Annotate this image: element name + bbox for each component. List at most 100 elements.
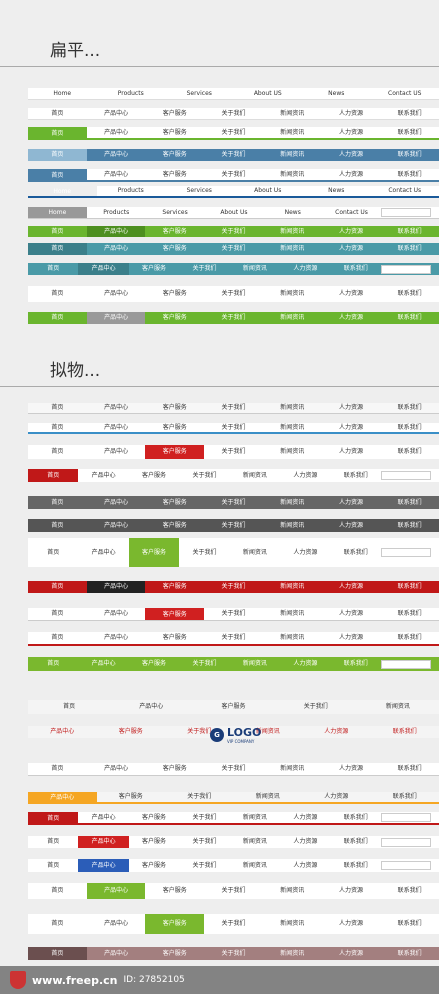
- nav-item[interactable]: 新闻资讯: [263, 522, 322, 529]
- nav-item[interactable]: 联系我们: [380, 151, 439, 158]
- nav-item[interactable]: 联系我们: [331, 549, 381, 556]
- nav-item[interactable]: 新闻资讯: [263, 920, 322, 927]
- nav-item[interactable]: 关于我们: [204, 228, 263, 235]
- nav-item[interactable]: 产品中心: [87, 171, 146, 178]
- search-input[interactable]: [380, 471, 431, 480]
- nav-item[interactable]: 人力资源: [322, 583, 381, 590]
- nav-item[interactable]: 关于我们: [204, 634, 263, 641]
- nav-item[interactable]: 产品中心: [110, 703, 192, 710]
- nav-item[interactable]: 新闻资讯: [230, 549, 280, 556]
- nav-item[interactable]: 关于我们: [204, 404, 263, 411]
- nav-item[interactable]: 人力资源: [322, 171, 381, 178]
- nav-item[interactable]: 人力资源: [302, 793, 371, 800]
- nav-item[interactable]: 关于我们: [204, 314, 263, 321]
- nav-item[interactable]: 联系我们: [380, 290, 439, 297]
- nav-item[interactable]: 关于我们: [204, 765, 263, 772]
- nav-item[interactable]: 人力资源: [322, 765, 381, 772]
- nav-item[interactable]: 联系我们: [380, 887, 439, 894]
- nav-item[interactable]: 新闻资讯: [263, 171, 322, 178]
- nav-item[interactable]: 联系我们: [380, 245, 439, 252]
- nav-item[interactable]: 人力资源: [280, 862, 330, 869]
- nav-item[interactable]: 产品中心: [78, 549, 128, 556]
- nav-item[interactable]: 首页: [28, 448, 87, 455]
- nav-item[interactable]: 联系我们: [380, 610, 439, 617]
- nav-item[interactable]: 人力资源: [322, 228, 381, 235]
- nav-item[interactable]: 客户服务: [145, 499, 204, 506]
- nav-item[interactable]: 新闻资讯: [263, 610, 322, 617]
- nav-item[interactable]: 客户服务: [97, 728, 166, 735]
- nav-item[interactable]: 新闻资讯: [234, 793, 303, 800]
- nav-item[interactable]: 客户服务: [145, 151, 204, 158]
- nav-item[interactable]: 首页: [28, 703, 110, 710]
- nav-item[interactable]: 产品中心: [87, 634, 146, 641]
- nav-item[interactable]: 新闻资讯: [263, 424, 322, 431]
- nav-item[interactable]: Services: [146, 209, 205, 216]
- nav-item[interactable]: Home: [28, 207, 87, 218]
- nav-item[interactable]: 新闻资讯: [263, 228, 322, 235]
- nav-item[interactable]: Home: [28, 90, 97, 97]
- nav-item[interactable]: 产品中心: [87, 950, 146, 957]
- nav-item[interactable]: 人力资源: [280, 549, 330, 556]
- nav-item[interactable]: 客户服务: [145, 110, 204, 117]
- nav-item[interactable]: 首页: [28, 660, 78, 667]
- nav-item[interactable]: 新闻资讯: [230, 814, 280, 821]
- nav-item[interactable]: News: [302, 187, 371, 194]
- nav-item[interactable]: 联系我们: [380, 522, 439, 529]
- nav-item[interactable]: 首页: [28, 243, 87, 255]
- nav-item[interactable]: About US: [234, 90, 303, 97]
- nav-item[interactable]: 客户服务: [145, 129, 204, 136]
- nav-item[interactable]: 关于我们: [179, 472, 229, 479]
- nav-item[interactable]: 新闻资讯: [263, 448, 322, 455]
- nav-item[interactable]: 客户服务: [145, 522, 204, 529]
- nav-item[interactable]: 产品中心: [86, 581, 146, 593]
- search-input[interactable]: [380, 837, 431, 847]
- nav-item[interactable]: 关于我们: [204, 610, 263, 617]
- nav-item[interactable]: News: [302, 90, 371, 97]
- nav-item[interactable]: 产品中心: [78, 836, 129, 848]
- nav-item[interactable]: 关于我们: [275, 703, 357, 710]
- nav-item[interactable]: About Us: [234, 187, 303, 194]
- nav-item[interactable]: 产品中心: [28, 728, 97, 735]
- nav-item[interactable]: 客户服务: [145, 314, 204, 321]
- nav-item[interactable]: 客户服务: [145, 634, 204, 641]
- nav-item[interactable]: 新闻资讯: [263, 290, 322, 297]
- nav-item[interactable]: 首页: [28, 765, 87, 772]
- nav-item[interactable]: 联系我们: [371, 728, 439, 735]
- nav-item[interactable]: 首页: [28, 404, 87, 411]
- nav-item[interactable]: Products: [97, 187, 166, 194]
- nav-item[interactable]: 新闻资讯: [263, 950, 322, 957]
- nav-item[interactable]: 产品中心: [78, 263, 129, 275]
- nav-item[interactable]: 关于我们: [165, 793, 234, 800]
- nav-item[interactable]: 新闻资讯: [230, 472, 280, 479]
- nav-item[interactable]: 关于我们: [204, 920, 263, 927]
- nav-item[interactable]: 人力资源: [280, 814, 330, 821]
- nav-item[interactable]: 客户服务: [145, 424, 204, 431]
- nav-item[interactable]: News: [263, 209, 322, 216]
- nav-item[interactable]: 客户服务: [129, 814, 179, 821]
- nav-item[interactable]: 产品中心: [78, 859, 129, 872]
- nav-item[interactable]: 联系我们: [331, 265, 381, 272]
- search-input[interactable]: [380, 264, 431, 274]
- nav-item[interactable]: 客户服务: [145, 887, 204, 894]
- nav-item[interactable]: 产品中心: [87, 129, 146, 136]
- nav-item[interactable]: 关于我们: [179, 660, 229, 667]
- nav-item[interactable]: 人力资源: [280, 265, 330, 272]
- nav-item[interactable]: 人力资源: [280, 660, 330, 667]
- nav-item[interactable]: Contact US: [371, 90, 439, 97]
- nav-item[interactable]: 新闻资讯: [230, 838, 280, 845]
- nav-item[interactable]: 人力资源: [322, 110, 381, 117]
- nav-item[interactable]: 首页: [28, 149, 87, 161]
- nav-item[interactable]: 人力资源: [322, 950, 381, 957]
- nav-item[interactable]: 关于我们: [179, 814, 229, 821]
- nav-item[interactable]: 产品中心: [86, 226, 146, 237]
- nav-item[interactable]: 关于我们: [204, 522, 263, 529]
- nav-item[interactable]: 关于我们: [204, 110, 263, 117]
- search-input[interactable]: [380, 813, 431, 822]
- nav-item[interactable]: About Us: [204, 209, 263, 216]
- nav-item[interactable]: 关于我们: [204, 151, 263, 158]
- nav-item[interactable]: 联系我们: [380, 765, 439, 772]
- nav-item[interactable]: 首页: [28, 634, 87, 641]
- nav-item[interactable]: 新闻资讯: [263, 110, 322, 117]
- search-input[interactable]: [380, 208, 431, 217]
- nav-item[interactable]: 联系我们: [380, 634, 439, 641]
